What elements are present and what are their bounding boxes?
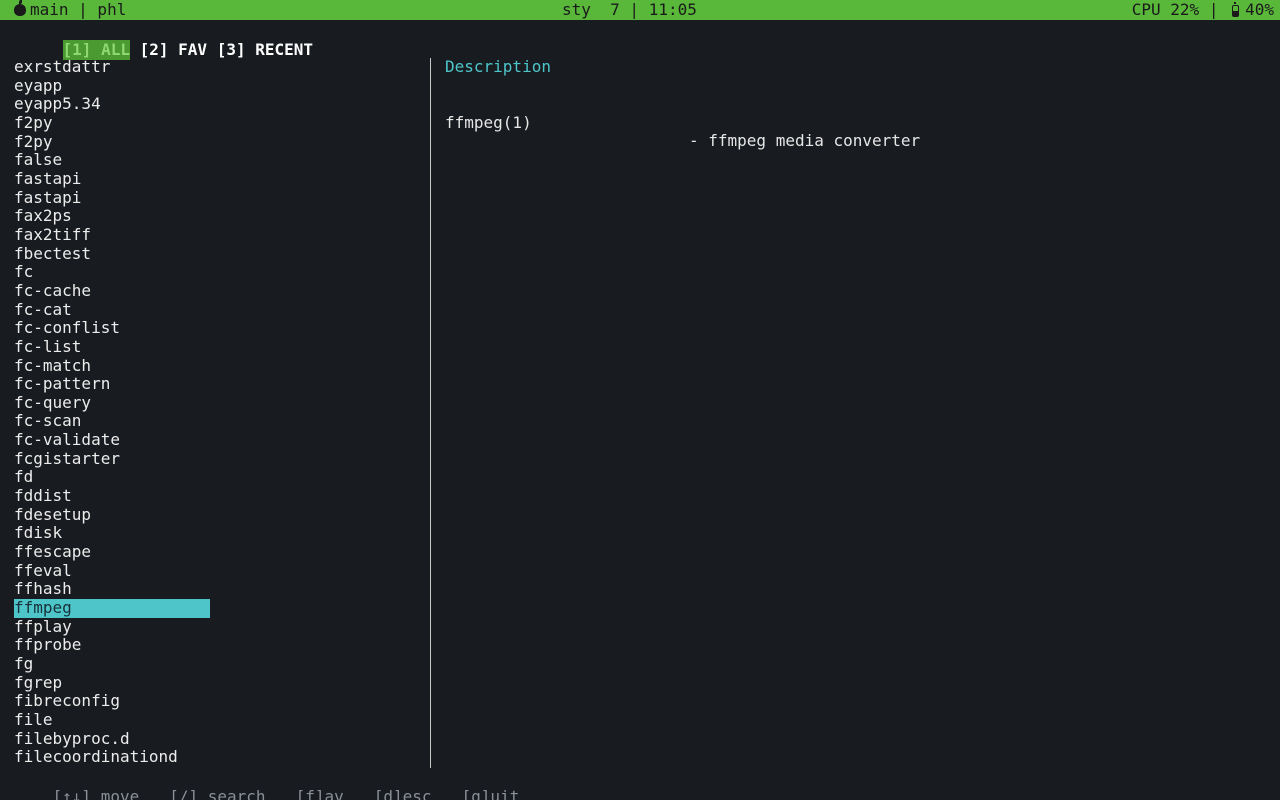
command-list-item[interactable]: ffhash — [14, 580, 414, 599]
command-list-item[interactable]: ffplay — [14, 617, 414, 637]
command-list[interactable]: exrstdattr eyapp eyapp5.34 f2py f2py false fas… — [14, 57, 414, 767]
description-command-name: ffmpeg(1) — [445, 112, 532, 132]
command-list-item[interactable]: fdesetup — [14, 505, 414, 525]
command-list-item[interactable]: ffmpeg — [14, 598, 210, 618]
command-list-item[interactable]: fc-list — [14, 337, 414, 357]
command-list-item[interactable]: fastapi — [14, 169, 414, 189]
command-list-item[interactable]: ffprobe — [14, 636, 414, 655]
command-list-item[interactable]: file — [14, 710, 414, 730]
hint-quit: [q]uit — [461, 787, 520, 800]
description-panel: Description ffmpeg(1) - ffmpeg media con… — [445, 57, 920, 150]
command-list-item[interactable]: fcgistarter — [14, 449, 414, 469]
status-left: main | phl — [14, 0, 126, 20]
command-list-item[interactable]: f2py — [14, 113, 414, 133]
description-entry: ffmpeg(1) - ffmpeg media converter — [445, 95, 1145, 150]
keybinding-hints: [↑↓] move [/] search [f]av [d]esc [q]uit — [14, 767, 549, 800]
status-clock: sty 7 | 11:05 — [562, 0, 697, 19]
command-list-item[interactable]: fc-query — [14, 393, 414, 413]
command-list-item[interactable]: fbectest — [14, 244, 414, 264]
command-list-item[interactable]: fc-match — [14, 356, 414, 376]
command-list-item[interactable]: eyapp — [14, 76, 414, 96]
apple-icon — [14, 0, 26, 16]
command-list-item[interactable]: fd — [14, 468, 414, 487]
command-list-item[interactable]: fibreconfig — [14, 692, 414, 711]
session-label: main | phl — [30, 0, 127, 19]
command-list-item[interactable]: fc-scan — [14, 412, 414, 431]
description-heading: Description — [445, 57, 551, 76]
terminal-screen: main | phl sty 7 | 11:05 CPU 22% | 40% [… — [0, 0, 1280, 800]
command-list-item[interactable]: fc-cat — [14, 300, 414, 320]
command-list-item[interactable]: fg — [14, 654, 414, 674]
command-list-item[interactable]: fc-pattern — [14, 374, 414, 394]
hint-desc: [d]esc — [373, 787, 432, 800]
command-list-item[interactable]: fddist — [14, 486, 414, 506]
command-list-item[interactable]: eyapp5.34 — [14, 95, 414, 114]
description-text: - ffmpeg media converter — [689, 131, 921, 151]
tab-bar: [1] ALL [2] FAV [3] RECENT — [24, 20, 313, 60]
command-list-item[interactable]: exrstdattr — [14, 57, 414, 77]
command-list-item[interactable]: fc — [14, 263, 414, 282]
tab-fav[interactable]: [2] FAV — [140, 40, 207, 60]
status-right: CPU 22% | 40% — [1132, 0, 1274, 20]
command-list-item[interactable]: f2py — [14, 132, 414, 152]
tab-recent[interactable]: [3] RECENT — [217, 40, 313, 60]
command-list-item[interactable]: fastapi — [14, 188, 414, 208]
command-list-item[interactable]: false — [14, 151, 414, 170]
command-list-item[interactable]: fax2ps — [14, 207, 414, 226]
command-list-item[interactable]: fc-validate — [14, 430, 414, 450]
battery-level: 40% — [1245, 0, 1274, 19]
hint-search: [/] search — [169, 787, 266, 800]
battery-icon — [1232, 2, 1240, 17]
cpu-usage: CPU 22% | — [1131, 0, 1219, 19]
command-list-item[interactable]: filecoordinationd — [14, 748, 414, 767]
hint-move: [↑↓] move — [52, 787, 140, 800]
command-list-item[interactable]: filebyproc.d — [14, 729, 414, 749]
hint-fav: [f]av — [295, 787, 344, 800]
command-list-item[interactable]: ffescape — [14, 542, 414, 562]
command-list-item[interactable]: fc-conflist — [14, 319, 414, 338]
command-list-item[interactable]: fax2tiff — [14, 225, 414, 245]
panel-divider — [430, 58, 431, 768]
command-list-item[interactable]: fc-cache — [14, 281, 414, 301]
command-list-item[interactable]: ffeval — [14, 561, 414, 581]
command-list-item[interactable]: fgrep — [14, 673, 414, 693]
command-list-item[interactable]: fdisk — [14, 524, 414, 543]
status-bar: main | phl sty 7 | 11:05 CPU 22% | 40% — [0, 0, 1280, 20]
